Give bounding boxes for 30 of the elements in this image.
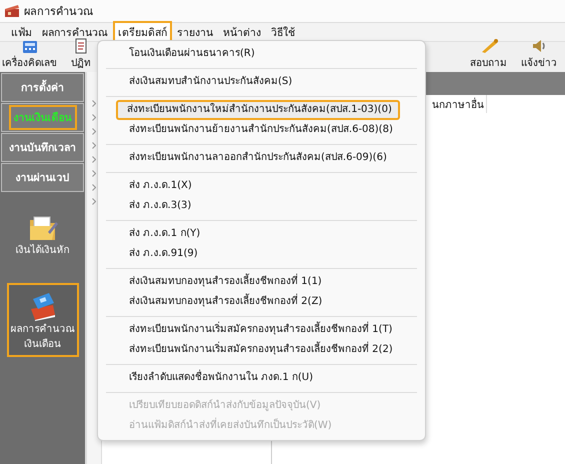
menu-item[interactable]: ส่งทะเบียนพนักงานเริ่มสมัครกองทุนสำรองเลี้ยงชีพกองที่ 1(T) — [102, 320, 421, 340]
menu-item[interactable]: หน้าต่าง — [218, 20, 266, 44]
toolbar-button[interactable]: แจ้งข่าว — [521, 42, 557, 72]
menu-item[interactable]: รายงาน — [172, 20, 218, 44]
toolbar-button[interactable]: เครื่องคิดเลข — [2, 42, 57, 72]
sidebar-item[interactable]: ผลการคำนวณ เงินเดือน — [6, 283, 78, 357]
menu-item[interactable]: ส่งทะเบียนพนักงานใหม่สำนักงานประกันสังคม(สปส.1-03)(0) — [116, 100, 400, 120]
menu-item[interactable]: เรียงลำดับแสดงชื่อพนักงานใน ภงด.1 ก(U) — [102, 368, 421, 388]
toolbar-button[interactable]: สอบถาม — [470, 42, 507, 72]
menu-item[interactable]: ส่งทะเบียนพนักงานย้ายงานสำนักประกันสังคม(สปส.6-08)(8) — [102, 120, 421, 140]
menu-item[interactable]: แฟ้ม — [6, 20, 37, 44]
menu-item[interactable]: ส่ง ภ.ง.ด.1(X) — [102, 176, 421, 196]
toolbar-button[interactable]: ปฏิท — [71, 42, 91, 72]
menu-item[interactable]: วิธีใช้ — [266, 20, 300, 44]
menu-item[interactable]: ส่ง ภ.ง.ด.3(3) — [102, 196, 421, 216]
speaker-icon — [531, 38, 547, 54]
menu-item[interactable]: ส่งเงินสมทบกองทุนสำรองเลี้ยงชีพกองที่ 1(1) — [102, 272, 421, 292]
sidebar-item[interactable]: เงินได้เงินหัก — [6, 206, 78, 263]
menu-item[interactable]: โอนเงินเดือนผ่านธนาคาร(R) — [102, 44, 421, 64]
menu-item[interactable]: ส่งทะเบียนพนักงานเริ่มสมัครกองทุนสำรองเลี้ยงชีพกองที่ 2(2) — [102, 340, 421, 360]
menu-item[interactable]: ส่ง ภ.ง.ด.91(9) — [102, 244, 421, 264]
folder-icon — [28, 214, 58, 242]
menu-item[interactable]: ส่งเงินสมทบกองทุนสำรองเลี้ยงชีพกองที่ 2(Z) — [102, 292, 421, 312]
window-title: ผลการคำนวณ — [24, 4, 93, 20]
menu-item[interactable]: ส่ง ภ.ง.ด.1 ก(Y) — [102, 224, 421, 244]
column-header: นกภาษาอื่น — [432, 96, 484, 112]
menu-item[interactable]: ส่งทะเบียนพนักงานลาออกสำนักประกันสังคม(สปส.6-09)(6) — [102, 148, 421, 168]
menu-item[interactable]: ผลการคำนวณ — [37, 20, 113, 44]
menu-item[interactable]: ส่งเงินสมทบสำนักงานประกันสังคม(S) — [102, 72, 421, 92]
app-icon — [4, 4, 20, 18]
